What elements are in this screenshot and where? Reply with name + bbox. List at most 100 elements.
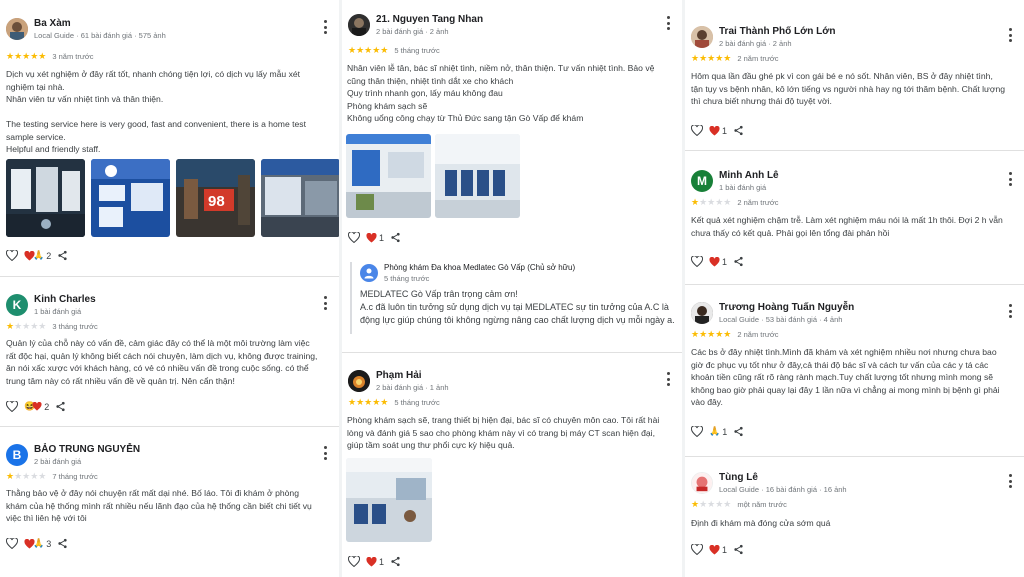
reviewer-name[interactable]: Trai Thành Phố Lớn Lớn <box>719 26 835 37</box>
like-button[interactable] <box>691 544 703 555</box>
avatar[interactable] <box>6 18 28 40</box>
review-text: Định đi khám mà đóng cửa sớm quá <box>685 517 1024 530</box>
like-button[interactable] <box>691 256 703 267</box>
reactions[interactable]: 🙏 3 <box>24 538 51 549</box>
review-photo[interactable] <box>346 134 431 218</box>
review-card: Trương Hoàng Tuấn Nguyễn Local Guide · 5… <box>685 298 1024 448</box>
owner-name[interactable]: Phòng khám Đa khoa Medlatec Gò Vấp (Chủ … <box>384 263 575 272</box>
review-photo[interactable] <box>261 159 339 237</box>
star-rating: ★★★★★ <box>691 328 732 339</box>
review-line: khoản tiền cũng rất rõ ràng rành mạch.Tu… <box>691 372 994 382</box>
review-actions: 1 <box>348 556 401 567</box>
reviewer-name[interactable]: Ba Xàm <box>34 18 71 29</box>
share-button[interactable] <box>733 125 744 136</box>
review-photo[interactable]: 98 <box>176 159 255 237</box>
review-line: Nhân viên tư vấn nhiệt tình và thân thiệ… <box>6 94 164 104</box>
review-card: Trai Thành Phố Lớn Lớn 2 bài đánh giá · … <box>685 22 1024 142</box>
heart-outline-icon <box>691 125 703 136</box>
reactions[interactable]: 1 <box>366 556 384 567</box>
reactions[interactable]: 😆 2 <box>24 401 49 412</box>
reviewer-name[interactable]: Minh Anh Lê <box>719 170 779 181</box>
reviewer-name[interactable]: Trương Hoàng Tuấn Nguyễn <box>719 302 854 313</box>
reviewer-name[interactable]: 21. Nguyen Tang Nhan <box>376 14 483 25</box>
share-button[interactable] <box>57 538 68 549</box>
more-options-icon[interactable] <box>323 296 327 310</box>
more-options-icon[interactable] <box>323 446 327 460</box>
review-actions: 🙏 3 <box>6 538 68 549</box>
owner-line: động lực giúp chúng tôi không ngừng nâng… <box>360 315 675 325</box>
reactions[interactable]: 1 <box>366 232 384 243</box>
review-photos <box>346 134 520 218</box>
review-date: một năm trước <box>737 499 787 509</box>
more-options-icon[interactable] <box>1008 172 1012 186</box>
like-button[interactable] <box>6 538 18 549</box>
like-button[interactable] <box>6 250 18 261</box>
like-button[interactable] <box>6 401 18 412</box>
reviewer-name[interactable]: Phạm Hải <box>376 370 422 381</box>
review-photo[interactable] <box>91 159 170 237</box>
avatar[interactable]: M <box>691 170 713 192</box>
review-line: không bao giờ phải quay lại đây 1 lần nữ… <box>691 384 1000 395</box>
avatar[interactable]: K <box>6 294 28 316</box>
review-photo[interactable] <box>435 134 520 218</box>
owner-response-text: MEDLATEC Gò Vấp trân trọng cảm ơn! A.c đ… <box>360 288 676 327</box>
reactions[interactable]: 🙏 2 <box>24 250 51 261</box>
reactions[interactable]: 1 <box>709 256 728 267</box>
more-options-icon[interactable] <box>1008 28 1012 42</box>
pray-icon: 🙏 <box>33 250 45 260</box>
avatar[interactable] <box>691 472 713 494</box>
review-photo[interactable] <box>346 458 432 542</box>
star-rating: ★★★★★ <box>691 498 732 509</box>
review-card: K Kinh Charles 1 bài đánh giá ★★★★★ 3 thá… <box>0 290 339 420</box>
reviewer-meta: 2 bài đánh giá · 2 ảnh <box>376 27 449 36</box>
reviewer-name[interactable]: Kinh Charles <box>34 294 96 305</box>
heart-icon <box>709 256 720 267</box>
review-photo[interactable] <box>6 159 85 237</box>
more-options-icon[interactable] <box>323 20 327 34</box>
share-button[interactable] <box>390 556 401 567</box>
owner-response-date: 5 tháng trước <box>384 274 430 283</box>
share-button[interactable] <box>733 544 744 555</box>
review-line: tận tụy vs bệnh nhân, kô lớn tiếng vs ng… <box>691 83 1006 94</box>
review-line: ăn nói xấc xược với khách hàng, có vẻ có… <box>6 363 309 373</box>
more-options-icon[interactable] <box>1008 304 1012 318</box>
share-button[interactable] <box>390 232 401 243</box>
avatar[interactable] <box>348 370 370 392</box>
share-icon <box>734 256 743 267</box>
review-line: Dịch vụ xét nghiệm ở đây rất tốt, nhanh … <box>6 69 301 79</box>
reaction-count: 3 <box>46 538 52 549</box>
more-options-icon[interactable] <box>666 372 670 386</box>
heart-icon <box>709 544 720 555</box>
share-button[interactable] <box>733 256 744 267</box>
like-button[interactable] <box>691 426 703 437</box>
like-button[interactable] <box>691 125 703 136</box>
review-line: việc thì liên hệ với tôi <box>6 513 87 523</box>
more-options-icon[interactable] <box>666 16 670 30</box>
heart-outline-icon <box>348 556 360 567</box>
review-date: 3 năm trước <box>52 51 94 61</box>
star-rating: ★★★★★ <box>348 396 389 407</box>
reactions[interactable]: 1 <box>709 544 727 555</box>
reactions[interactable]: 1 <box>709 125 727 136</box>
review-line: Phòng khám sạch sẽ, trang thiết bị hiện … <box>347 415 660 425</box>
avatar[interactable]: B <box>6 444 28 466</box>
reviewer-name[interactable]: Tùng Lê <box>719 472 758 483</box>
share-button[interactable] <box>55 401 66 412</box>
avatar[interactable] <box>691 302 713 324</box>
more-options-icon[interactable] <box>1008 474 1012 488</box>
review-card: B BẢO TRUNG NGUYỄN 2 bài đánh giá ★★★★★ 7… <box>0 440 339 560</box>
share-button[interactable] <box>57 250 68 261</box>
owner-line: MEDLATEC Gò Vấp trân trọng cảm ơn! <box>360 289 518 299</box>
avatar[interactable] <box>691 26 713 48</box>
review-line: Quản lý của chỗ này có vấn đề, cảm giác … <box>6 338 310 348</box>
reviewer-name[interactable]: BẢO TRUNG NGUYỄN <box>34 444 140 455</box>
avatar[interactable] <box>348 14 370 36</box>
share-button[interactable] <box>733 426 744 437</box>
like-count: 1 <box>722 256 728 267</box>
review-photos <box>346 458 432 542</box>
heart-outline-icon <box>691 544 703 555</box>
review-line: lòng và đánh giá 5 sao cho phòng khám nà… <box>347 427 655 438</box>
like-button[interactable] <box>348 556 360 567</box>
like-button[interactable] <box>348 232 360 243</box>
reactions[interactable]: 🙏 1 <box>709 426 727 437</box>
